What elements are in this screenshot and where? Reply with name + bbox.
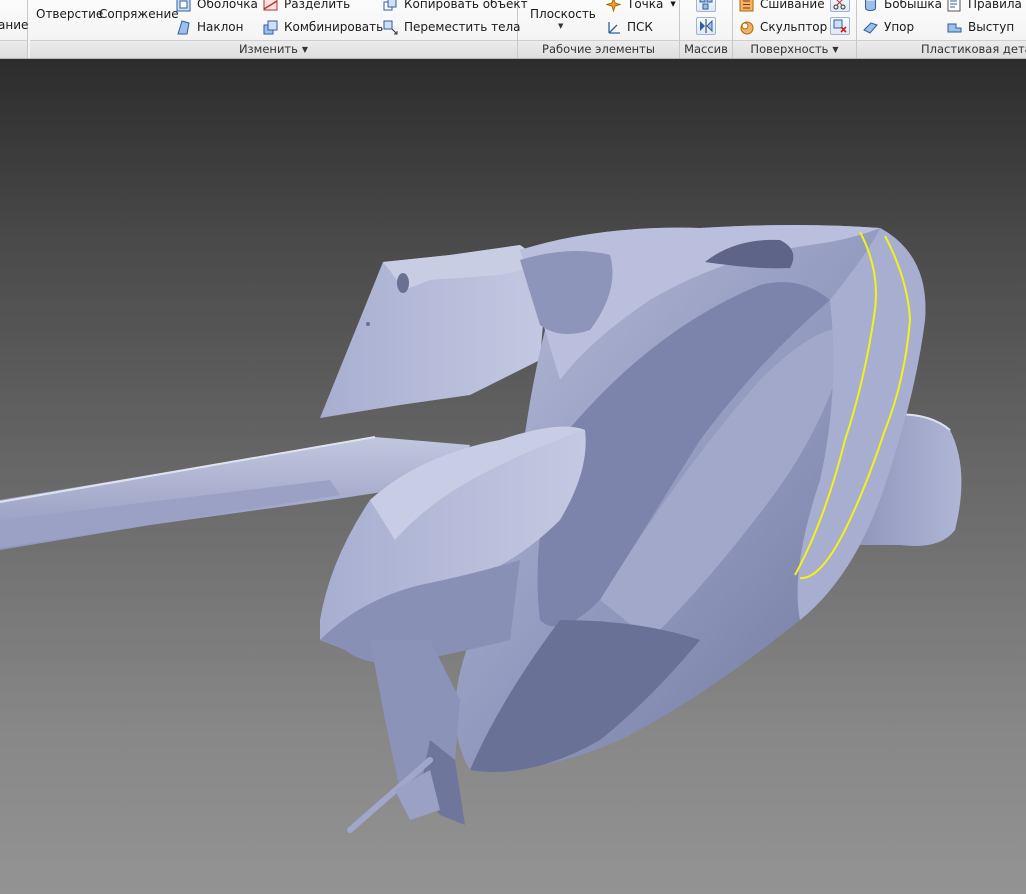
rule-fillet-button-label: Правила с	[968, 0, 1026, 11]
cut-off-button-label: ание	[0, 18, 29, 32]
sculpt-button[interactable]: Скульптор	[739, 19, 827, 35]
modify-panel-main: Отверстие Сопряжение Оболочка Наклон Раз…	[30, 0, 528, 58]
ucs-icon	[606, 20, 621, 35]
ribbon: ание Отверстие Сопряжение Оболочка Накло…	[0, 0, 1026, 59]
shell-button[interactable]: Оболочка	[176, 0, 258, 12]
delete-face-button[interactable]	[830, 17, 850, 35]
point-button[interactable]: Точка ▼	[606, 0, 676, 12]
cut-off-button[interactable]: ание	[0, 17, 28, 33]
plastic-part-panel-title-label: Пластиковая детал	[921, 42, 1026, 56]
delete-face-icon	[833, 19, 847, 33]
boss-button-label: Бобышка	[884, 0, 943, 11]
lip-button-label: Выступ	[968, 20, 1015, 34]
plastic-part-panel-title: Пластиковая детал	[857, 40, 1026, 58]
point-button-label: Точка	[627, 0, 664, 11]
draft-icon	[176, 19, 191, 35]
pattern-panel-title: Массив	[680, 40, 732, 58]
scissors-icon	[833, 0, 846, 10]
plane-button-label: Плоскость	[530, 7, 596, 21]
fillet-button-label: Сопряжение	[99, 7, 179, 21]
modify-panel: ание	[0, 0, 28, 58]
trim-surface-button[interactable]	[830, 0, 850, 12]
surface-panel-title-label: Поверхность	[750, 42, 829, 56]
point-icon	[606, 0, 621, 12]
rest-button[interactable]: Упор	[863, 19, 914, 35]
sculpt-icon	[739, 20, 754, 35]
draft-button[interactable]: Наклон	[176, 19, 243, 35]
move-bodies-button[interactable]: Переместить тела	[383, 19, 521, 35]
lip-button[interactable]: Выступ	[947, 19, 1014, 35]
move-bodies-icon	[383, 20, 398, 35]
plane-dropdown-arrow-icon[interactable]: ▼	[558, 22, 563, 30]
modify-panel-title-left	[0, 40, 27, 58]
split-icon	[263, 0, 278, 12]
stitch-button[interactable]: Сшивание	[739, 0, 825, 12]
rectangular-pattern-button[interactable]	[696, 0, 716, 12]
surface-panel-title[interactable]: Поверхность ▼	[733, 40, 856, 58]
plastic-part-panel: Бобышка Упор Правила с Выступ Пластикова…	[857, 0, 1026, 58]
mirror-icon	[700, 19, 713, 33]
rest-button-label: Упор	[884, 20, 915, 34]
combine-icon	[263, 20, 278, 35]
copy-object-button[interactable]: Копировать объект	[383, 0, 528, 12]
pattern-panel: Массив	[680, 0, 733, 58]
plane-button[interactable]: Плоскость	[530, 6, 596, 22]
3d-model[interactable]	[0, 59, 1026, 894]
lip-icon	[947, 20, 962, 35]
split-button[interactable]: Разделить	[263, 0, 350, 12]
upper-plate-surface[interactable]	[320, 245, 548, 418]
move-bodies-button-label: Переместить тела	[404, 20, 521, 34]
mirror-button[interactable]	[696, 17, 716, 35]
point-dropdown-arrow-icon: ▼	[670, 0, 676, 8]
boss-button[interactable]: Бобышка	[863, 0, 942, 12]
shell-icon	[176, 0, 191, 12]
combine-button[interactable]: Комбинировать	[263, 19, 383, 35]
ucs-button-label: ПСК	[627, 20, 653, 34]
copy-object-button-label: Копировать объект	[404, 0, 528, 11]
lower-fins-surface[interactable]	[347, 640, 465, 833]
ucs-button[interactable]: ПСК	[606, 19, 653, 35]
rule-fillet-button[interactable]: Правила с	[947, 0, 1026, 12]
draft-button-label: Наклон	[197, 20, 244, 34]
shell-button-label: Оболочка	[197, 0, 258, 11]
rule-fillet-icon	[947, 0, 962, 12]
modify-panel-title[interactable]: Изменить ▼	[30, 40, 517, 58]
surface-panel: Сшивание Скульптор Поверхность ▼	[733, 0, 857, 58]
rectangular-pattern-icon	[699, 0, 713, 10]
rest-icon	[863, 20, 878, 35]
combine-button-label: Комбинировать	[284, 20, 384, 34]
stitch-icon	[739, 0, 754, 12]
fillet-button[interactable]: Сопряжение	[99, 6, 179, 22]
surface-expand-arrow-icon: ▼	[832, 45, 839, 54]
stitch-button-label: Сшивание	[760, 0, 825, 11]
inventor-window: ание Отверстие Сопряжение Оболочка Накло…	[0, 0, 1026, 894]
work-features-panel-title-label: Рабочие элементы	[542, 42, 655, 56]
boss-icon	[863, 0, 878, 12]
graphics-viewport[interactable]	[0, 59, 1026, 894]
work-features-panel: Плоскость ▼ Точка ▼ ПСК Рабочие элементы	[518, 0, 680, 58]
panel-expand-arrow-icon: ▼	[301, 45, 309, 54]
sculpt-button-label: Скульптор	[760, 20, 828, 34]
hole-button-label: Отверстие	[36, 7, 104, 21]
hole-button[interactable]: Отверстие	[36, 6, 103, 22]
pattern-panel-title-label: Массив	[684, 42, 728, 56]
modify-panel-title-label: Изменить	[238, 42, 298, 56]
copy-object-icon	[383, 0, 398, 12]
work-features-panel-title: Рабочие элементы	[518, 40, 679, 58]
split-button-label: Разделить	[284, 0, 351, 11]
